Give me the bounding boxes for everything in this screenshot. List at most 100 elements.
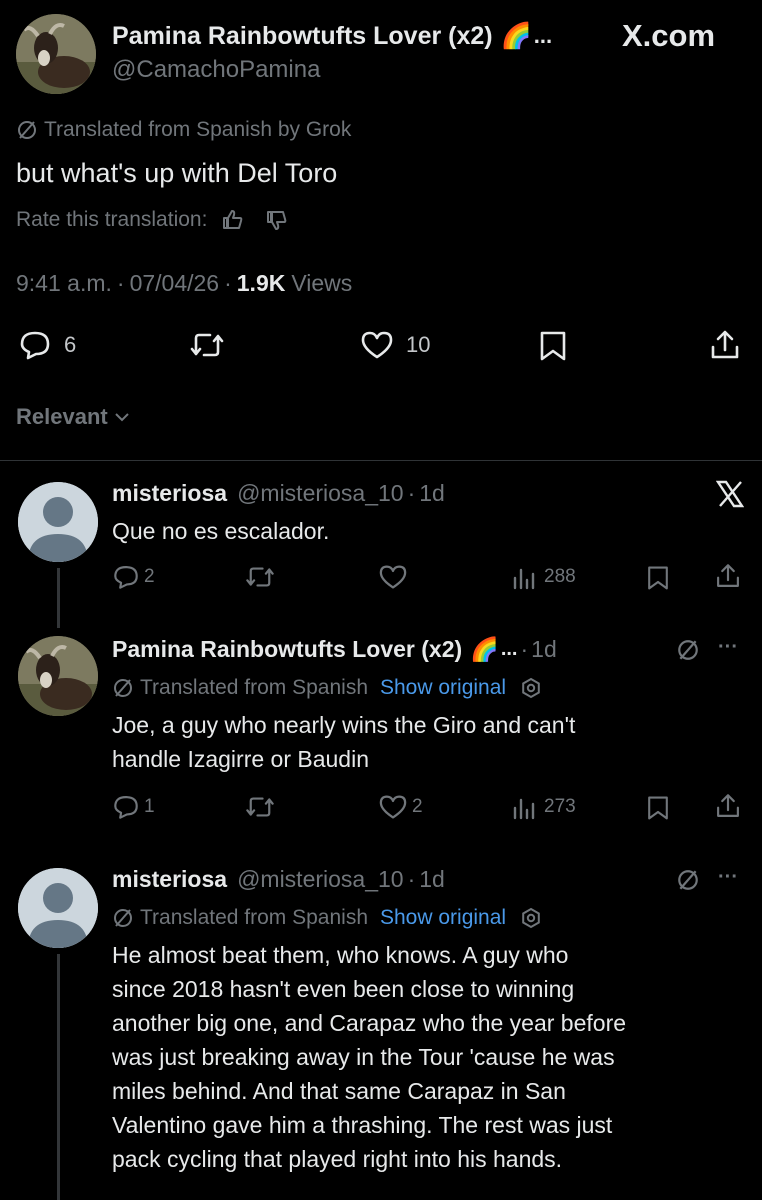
settings-icon[interactable] bbox=[520, 677, 542, 699]
reply-handle[interactable]: @misteriosa_10 bbox=[237, 480, 404, 507]
reply-text-line: Valentino gave him a thrashing. The rest… bbox=[112, 1112, 613, 1138]
reply-action[interactable]: 1 bbox=[112, 794, 155, 820]
retweet-icon[interactable] bbox=[188, 330, 226, 360]
sort-dropdown[interactable]: Relevant bbox=[16, 404, 130, 430]
reply-icon[interactable] bbox=[18, 330, 52, 360]
retweet-icon[interactable] bbox=[244, 794, 276, 820]
like-action[interactable]: 10 bbox=[360, 330, 430, 360]
reply-display-name[interactable]: misteriosa bbox=[112, 480, 227, 507]
views-label: Views bbox=[291, 270, 353, 296]
reply-text-line: handle Izagirre or Baudin bbox=[112, 746, 369, 772]
reply-text-line: since 2018 hasn't even been close to win… bbox=[112, 976, 575, 1002]
reply-text-line: miles behind. And that same Carapaz in S… bbox=[112, 1078, 566, 1104]
like-count: 10 bbox=[406, 332, 431, 357]
reply-handle[interactable]: @misteriosa_10 bbox=[237, 866, 404, 893]
name-ellipsis: ... bbox=[500, 638, 518, 660]
rate-label: Rate this translation: bbox=[16, 208, 208, 231]
author-avatar[interactable] bbox=[16, 14, 96, 94]
bookmark-icon[interactable] bbox=[646, 564, 670, 592]
reply-text-line: was just breaking away in the Tour 'caus… bbox=[112, 1044, 615, 1070]
bookmark-action[interactable] bbox=[646, 564, 670, 592]
reply-age[interactable]: 1d bbox=[419, 480, 445, 507]
retweet-action[interactable] bbox=[244, 564, 276, 590]
reply-text-line: Joe, a guy who nearly wins the Giro and … bbox=[112, 712, 576, 738]
share-icon[interactable] bbox=[708, 328, 742, 362]
chevron-down-icon bbox=[114, 411, 130, 423]
translate-icon bbox=[112, 907, 134, 929]
reply-avatar[interactable] bbox=[18, 636, 98, 716]
translate-icon bbox=[112, 677, 134, 699]
heart-icon[interactable] bbox=[360, 330, 394, 360]
reply-count: 6 bbox=[64, 332, 77, 357]
translated-label: Translated from Spanish bbox=[140, 906, 368, 929]
more-options-icon[interactable]: ··· bbox=[718, 866, 738, 889]
share-action[interactable] bbox=[708, 328, 742, 362]
bookmark-action[interactable] bbox=[646, 794, 670, 822]
translated-note: Translated from Spanish by Grok bbox=[16, 118, 351, 142]
bookmark-action[interactable] bbox=[538, 330, 568, 362]
section-divider bbox=[0, 460, 762, 461]
show-original-link[interactable]: Show original bbox=[380, 906, 506, 930]
x-logo-icon bbox=[715, 480, 745, 513]
meta-separator: · bbox=[116, 270, 125, 296]
thread-connector bbox=[57, 954, 60, 1200]
thumbs-up-icon[interactable] bbox=[221, 208, 245, 232]
heart-icon[interactable] bbox=[378, 794, 408, 820]
reply-action[interactable]: 6 bbox=[18, 330, 76, 360]
retweet-action[interactable] bbox=[244, 794, 276, 820]
reply-text-line: He almost beat them, who knows. A guy wh… bbox=[112, 942, 569, 968]
bookmark-icon[interactable] bbox=[538, 330, 568, 362]
author-display-name[interactable]: Pamina Rainbowtufts Lover (x2) bbox=[112, 22, 493, 51]
retweet-icon[interactable] bbox=[244, 564, 276, 590]
heart-icon[interactable] bbox=[378, 564, 408, 590]
sort-label[interactable]: Relevant bbox=[16, 404, 108, 430]
show-original-link[interactable]: Show original bbox=[380, 676, 506, 700]
reply-display-name[interactable]: misteriosa bbox=[112, 866, 227, 893]
tweet-text: but what's up with Del Toro bbox=[16, 158, 338, 188]
author-handle[interactable]: @CamachoPamina bbox=[112, 56, 320, 84]
reply-age[interactable]: 1d bbox=[531, 636, 557, 663]
author-name-row[interactable]: Pamina Rainbowtufts Lover (x2) 🌈 ... bbox=[112, 20, 552, 52]
reply-icon[interactable] bbox=[112, 794, 140, 820]
translated-label: Translated from Spanish by Grok bbox=[44, 118, 352, 141]
reply-avatar[interactable] bbox=[18, 868, 98, 948]
more-options-icon[interactable]: ··· bbox=[718, 636, 738, 659]
reply-age[interactable]: 1d bbox=[419, 866, 445, 893]
reply-action[interactable]: 2 bbox=[112, 564, 155, 590]
retweet-action[interactable] bbox=[188, 330, 226, 360]
reply-separator: · bbox=[407, 866, 416, 892]
share-action[interactable] bbox=[714, 792, 742, 820]
views-count: 288 bbox=[544, 566, 576, 587]
views-count: 1.9K bbox=[236, 270, 286, 296]
share-icon[interactable] bbox=[714, 792, 742, 820]
share-action[interactable] bbox=[714, 562, 742, 590]
reply-icon[interactable] bbox=[112, 564, 140, 590]
reply-avatar[interactable] bbox=[18, 482, 98, 562]
rainbow-emoji: 🌈 bbox=[500, 21, 532, 50]
reply-display-name[interactable]: Pamina Rainbowtufts Lover (x2) bbox=[112, 636, 462, 663]
views-action[interactable]: 288 bbox=[512, 564, 576, 590]
analytics-icon[interactable] bbox=[512, 794, 538, 820]
reply-count: 1 bbox=[144, 796, 155, 817]
translated-note: Translated from Spanish Show original bbox=[112, 906, 542, 930]
tweet-date[interactable]: 07/04/26 bbox=[130, 270, 220, 297]
settings-icon[interactable] bbox=[520, 907, 542, 929]
analytics-icon[interactable] bbox=[512, 564, 538, 590]
rainbow-emoji: 🌈 bbox=[470, 636, 499, 662]
translate-icon bbox=[16, 119, 38, 141]
meta-separator: · bbox=[224, 270, 232, 296]
bookmark-icon[interactable] bbox=[646, 794, 670, 822]
like-action[interactable] bbox=[378, 564, 408, 590]
thumbs-down-icon[interactable] bbox=[265, 208, 289, 232]
name-ellipsis: ... bbox=[533, 23, 553, 48]
translate-icon[interactable] bbox=[676, 638, 700, 667]
tweet-time[interactable]: 9:41 a.m. bbox=[16, 270, 112, 297]
reply-text-line: another big one, and Carapaz who the yea… bbox=[112, 1010, 627, 1036]
reply-count: 2 bbox=[144, 566, 155, 587]
share-icon[interactable] bbox=[714, 562, 742, 590]
like-action[interactable]: 2 bbox=[378, 794, 423, 820]
views-action[interactable]: 273 bbox=[512, 794, 576, 820]
translated-label: Translated from Spanish bbox=[140, 676, 368, 699]
translate-icon[interactable] bbox=[676, 868, 700, 897]
views-count: 273 bbox=[544, 796, 576, 817]
